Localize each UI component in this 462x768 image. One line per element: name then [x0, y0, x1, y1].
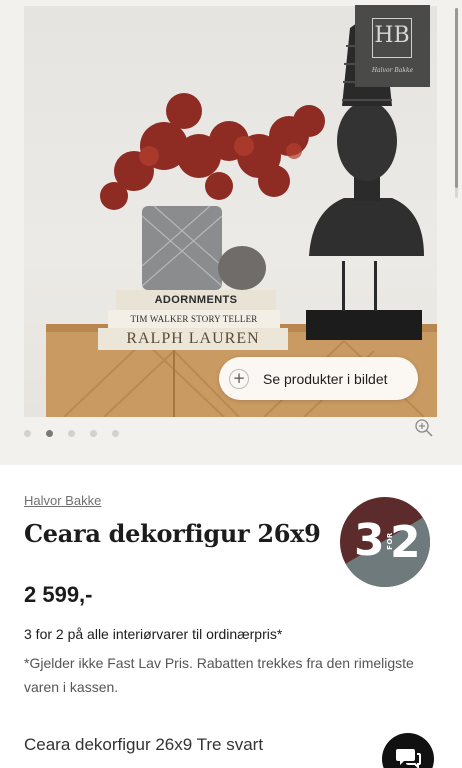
gallery-scrollbar-thumb[interactable] — [455, 8, 458, 188]
gallery-dot-2[interactable] — [46, 430, 53, 437]
book-spine-top: ADORNMENTS — [154, 294, 238, 306]
see-products-in-image-button[interactable]: + Se produkter i bildet — [219, 357, 418, 400]
book-spine-bottom: RALPH LAUREN — [126, 330, 260, 347]
brand-logo: HB Halvor Bakke — [355, 5, 430, 87]
gallery-dot-1[interactable] — [24, 430, 31, 437]
see-products-label: Se produkter i bildet — [263, 370, 388, 387]
zoom-in-icon[interactable] — [414, 418, 434, 438]
gallery-dot-4[interactable] — [90, 430, 97, 437]
product-price: 2 599,- — [24, 582, 93, 607]
chat-icon — [396, 749, 421, 768]
promo-text: 3 for 2 på alle interiørvarer til ordinæ… — [24, 626, 283, 642]
product-title: Ceara dekorfigur 26x9 — [24, 519, 321, 548]
gallery-pagination — [24, 430, 119, 437]
product-image-gallery[interactable]: ADORNMENTS TIM WALKER STORY TELLER RALPH… — [0, 0, 462, 465]
book-spine-middle: TIM WALKER STORY TELLER — [130, 314, 258, 324]
brand-signature: Halvor Bakke — [371, 67, 414, 74]
brand-link[interactable]: Halvor Bakke — [24, 493, 101, 508]
badge-number-two: 2 — [390, 517, 421, 568]
variant-name: Ceara dekorfigur 26x9 Tre svart — [24, 735, 264, 754]
badge-number-three: 3 — [354, 515, 385, 566]
brand-monogram: HB — [372, 18, 412, 58]
chat-button[interactable] — [382, 733, 434, 768]
plus-icon: + — [229, 368, 249, 389]
gallery-dot-3[interactable] — [68, 430, 75, 437]
brand-monogram-text: HB — [374, 23, 410, 48]
gallery-dot-5[interactable] — [112, 430, 119, 437]
three-for-two-badge: 3 FOR 2 — [340, 497, 430, 587]
promo-footnote: *Gjelder ikke Fast Lav Pris. Rabatten tr… — [24, 655, 414, 695]
